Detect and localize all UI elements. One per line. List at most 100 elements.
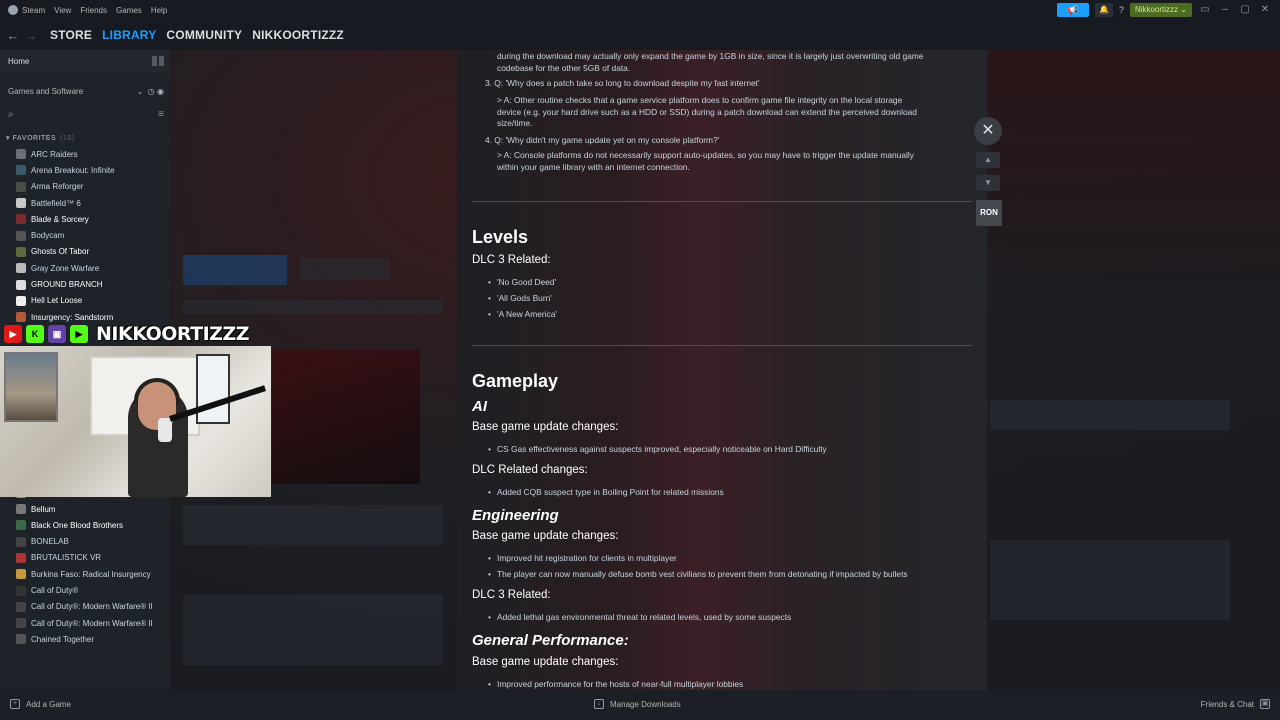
- game-icon: [16, 198, 26, 209]
- game-icon: [16, 279, 26, 290]
- sidebar-game-item[interactable]: Bellum: [0, 501, 170, 517]
- user-name: Nikkoortizzz: [1134, 5, 1179, 14]
- favorites-header[interactable]: ▾ FAVORITES (16): [0, 130, 170, 146]
- sidebar-filter-dropdown[interactable]: Games and Software ⌄ ◷ ◉: [0, 78, 170, 104]
- sidebar-game-item[interactable]: GROUND BRANCH: [0, 276, 170, 292]
- bottom-bar: + Add a Game ↓ Manage Downloads Friends …: [0, 690, 1280, 720]
- sidebar-game-item[interactable]: Call of Duty®: Modern Warfare® II: [0, 599, 170, 615]
- sidebar-game-item[interactable]: BONELAB: [0, 533, 170, 549]
- sidebar-game-item[interactable]: Gray Zone Warfare: [0, 260, 170, 276]
- game-icon: [16, 312, 26, 323]
- background-news: [183, 595, 443, 665]
- game-icon: [16, 214, 26, 225]
- close-modal-button[interactable]: ✕: [974, 117, 1002, 145]
- ai-dlc-heading: DLC Related changes:: [472, 464, 588, 476]
- notifications-bell-icon[interactable]: 🔔: [1094, 3, 1113, 17]
- friends-chat-button[interactable]: Friends & Chat ▣: [1201, 699, 1270, 709]
- list-item: 'No Good Deed': [488, 277, 556, 287]
- background-play-button: [183, 255, 287, 285]
- patch-notes-modal[interactable]: during the download may actually only ex…: [457, 50, 987, 690]
- menu-item-help[interactable]: Help: [151, 6, 167, 15]
- manage-downloads-label: Manage Downloads: [610, 699, 681, 709]
- game-icon: [16, 552, 26, 563]
- game-icon: [16, 165, 26, 176]
- sidebar-game-item[interactable]: Chained Together: [0, 631, 170, 647]
- menu-item-friends[interactable]: Friends: [80, 6, 107, 15]
- stream-overlay-bar: ▶ K ▣ ▶ NIKKOORTIZZZ: [0, 322, 271, 346]
- window-close-icon[interactable]: ✕: [1258, 3, 1272, 17]
- game-name: BRUTALISTICK VR: [31, 553, 102, 563]
- sidebar-game-item[interactable]: Black One Blood Brothers: [0, 517, 170, 533]
- menu-item-games[interactable]: Games: [116, 6, 142, 15]
- list-item: Improved performance for the hosts of ne…: [488, 679, 743, 689]
- menu-item-view[interactable]: View: [54, 6, 71, 15]
- nav-profile[interactable]: NIKKOORTIZZZ: [252, 28, 344, 42]
- next-item-button[interactable]: ▼: [976, 175, 1000, 191]
- youtube-icon: ▶: [4, 325, 22, 343]
- grid-view-icon[interactable]: [152, 56, 164, 66]
- previous-item-button[interactable]: ▲: [976, 152, 1000, 168]
- forward-arrow-icon[interactable]: →: [22, 28, 40, 43]
- section-title-levels: Levels: [472, 227, 529, 247]
- sidebar-game-item[interactable]: Hell Let Loose: [0, 293, 170, 309]
- add-game-button[interactable]: + Add a Game: [10, 699, 71, 709]
- sidebar-game-item[interactable]: Burkina Faso: Radical Insurgency: [0, 566, 170, 582]
- bigpicture-icon[interactable]: ▭: [1198, 3, 1212, 17]
- list-item: Added CQB suspect type in Boiling Point …: [488, 487, 724, 497]
- game-icon: [16, 601, 26, 612]
- game-icon: [16, 569, 26, 580]
- sidebar-search[interactable]: ⌕ ≡: [0, 104, 170, 124]
- game-icon: [16, 520, 26, 531]
- favorites-list: ARC Raiders Arena Breakout: Infinite Arma …: [0, 146, 170, 325]
- game-icon: [16, 246, 26, 257]
- chat-icon: ▣: [1260, 699, 1270, 709]
- nav-library[interactable]: LIBRARY: [102, 28, 156, 42]
- game-name: Ghosts Of Tabor: [31, 247, 90, 257]
- user-menu-button[interactable]: Nikkoortizzz ⌄: [1129, 3, 1192, 17]
- filter-label: Games and Software: [8, 86, 84, 96]
- game-icon: [16, 263, 26, 274]
- sidebar-game-item[interactable]: Battlefield™ 6: [0, 195, 170, 211]
- sidebar-game-item[interactable]: BRUTALISTICK VR: [0, 550, 170, 566]
- filter-icon[interactable]: ≡: [158, 109, 164, 120]
- faq-question-3: 3. Q: 'Why does a patch take so long to …: [485, 78, 760, 88]
- sidebar-game-item[interactable]: Call of Duty®: [0, 582, 170, 598]
- manage-downloads-button[interactable]: ↓ Manage Downloads: [594, 699, 681, 709]
- faq-answer-3: device (e.g. your hard drive such as a H…: [497, 107, 917, 117]
- intro-text: codebase for the other 5GB of data.: [497, 63, 631, 73]
- faq-answer-3: > A: Other routine checks that a game se…: [497, 95, 903, 105]
- sidebar-game-item[interactable]: Call of Duty®: Modern Warfare® II: [0, 615, 170, 631]
- webcam-feed: [0, 346, 271, 497]
- help-icon[interactable]: ?: [1119, 5, 1124, 15]
- sidebar-game-item[interactable]: ARC Raiders: [0, 146, 170, 162]
- faq-answer-4: within your game library with an interne…: [497, 162, 690, 172]
- menu-item-steam[interactable]: Steam: [22, 6, 45, 15]
- sidebar-game-item[interactable]: Arena Breakout: Infinite: [0, 162, 170, 178]
- game-name: Bellum: [31, 504, 56, 514]
- section-divider: [472, 201, 972, 202]
- search-icon: ⌕: [8, 108, 14, 120]
- game-name: GROUND BRANCH: [31, 280, 103, 290]
- nav-store[interactable]: STORE: [50, 28, 92, 42]
- game-name: ARC Raiders: [31, 149, 78, 159]
- announcements-button[interactable]: 📢: [1056, 3, 1089, 17]
- sidebar-game-item[interactable]: Arma Reforger: [0, 179, 170, 195]
- streamer-name: NIKKOORTIZZZ: [96, 323, 250, 345]
- nav-community[interactable]: COMMUNITY: [166, 28, 242, 42]
- maximize-icon[interactable]: ▢: [1238, 3, 1252, 17]
- game-icon: [16, 149, 26, 160]
- sidebar-game-item[interactable]: Bodycam: [0, 227, 170, 243]
- game-icon: [16, 295, 26, 306]
- game-name: Insurgency: Sandstorm: [31, 312, 114, 322]
- back-arrow-icon[interactable]: ←: [4, 28, 22, 43]
- list-item: CS Gas effectiveness against suspects im…: [488, 444, 827, 454]
- minimize-icon[interactable]: –: [1218, 3, 1232, 17]
- sidebar-game-item[interactable]: Blade & Sorcery: [0, 211, 170, 227]
- sidebar-home[interactable]: Home: [0, 50, 170, 72]
- background-stat: [300, 258, 390, 280]
- game-icon: [16, 618, 26, 629]
- eng-base-heading: Base game update changes:: [472, 530, 619, 542]
- filter-controls: ⌄ ◷ ◉: [136, 86, 164, 96]
- game-name: Call of Duty®: Modern Warfare® II: [31, 618, 153, 628]
- sidebar-game-item[interactable]: Ghosts Of Tabor: [0, 244, 170, 260]
